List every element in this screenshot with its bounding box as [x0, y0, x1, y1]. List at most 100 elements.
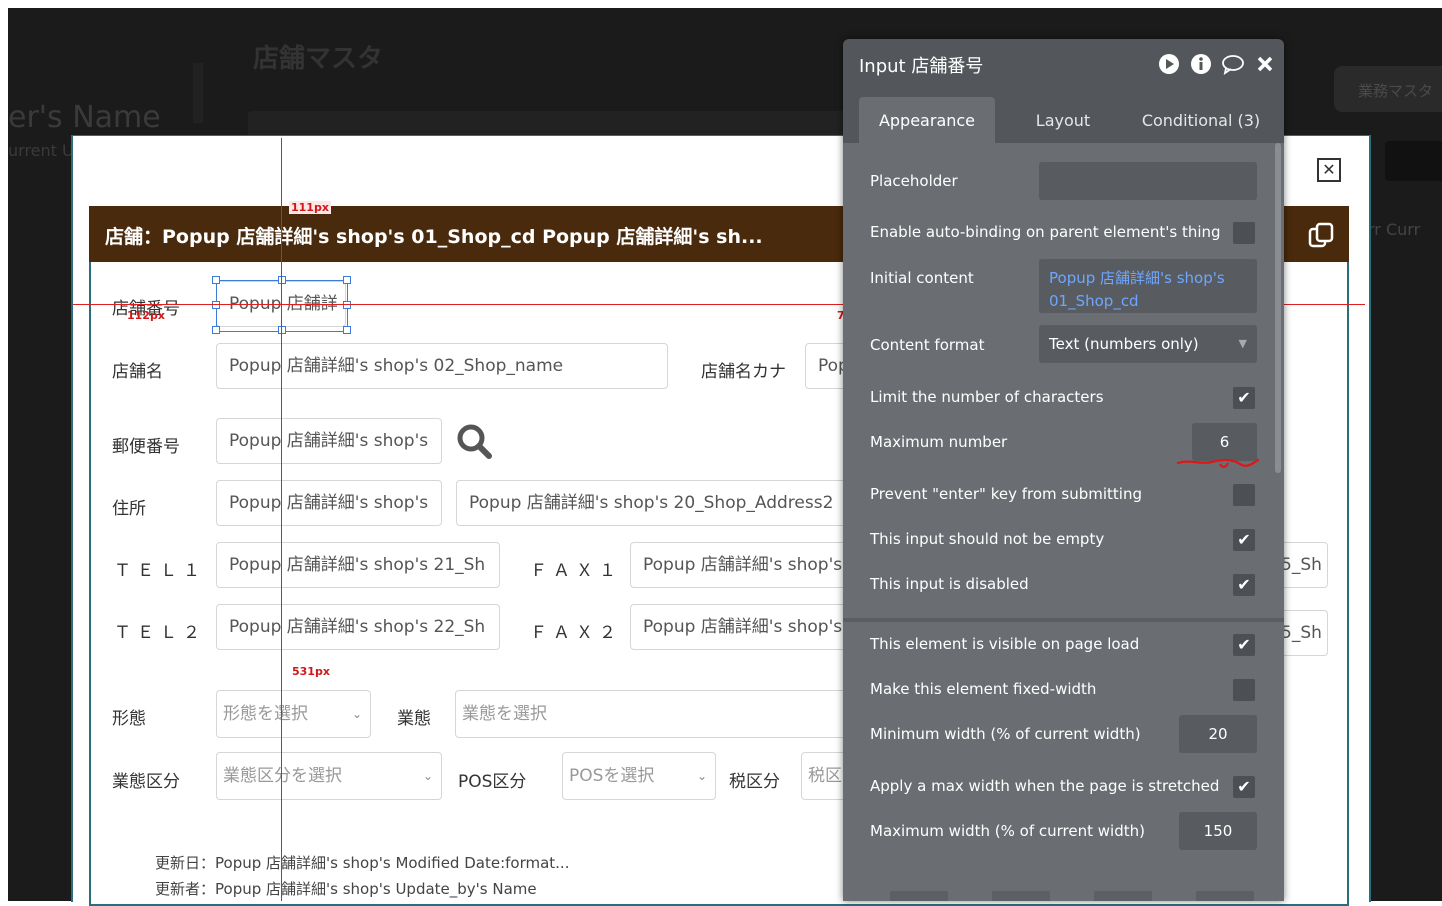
- bg-owner-name: er's Name: [8, 100, 161, 135]
- close-icon[interactable]: ✕: [1317, 158, 1341, 182]
- close-icon[interactable]: [1254, 53, 1276, 75]
- address2-input[interactable]: Popup 店舗詳細's shop's 20_Shop_Address2: [456, 480, 856, 526]
- chevron-down-icon: ⌄: [696, 769, 707, 783]
- max-width-apply-label: Apply a max width when the page is stret…: [870, 777, 1220, 795]
- form-select-value: 形態を選択: [223, 704, 308, 724]
- property-scrollbar[interactable]: [1275, 143, 1281, 473]
- panel-button[interactable]: [1094, 891, 1152, 901]
- appearance-panel: Placeholder Enable auto-binding on paren…: [843, 143, 1284, 901]
- disabled-checkbox[interactable]: ✔: [1233, 574, 1255, 596]
- bg-current-label: urrent U: [8, 141, 74, 160]
- selection-outline: [216, 280, 348, 332]
- popup-header-title: 店舗：Popup 店舗詳細's shop's 01_Shop_cd Popup …: [105, 226, 763, 248]
- min-width-label: Minimum width (% of current width): [870, 725, 1141, 743]
- visible-checkbox[interactable]: ✔: [1233, 634, 1255, 656]
- property-editor-title: Input 店舗番号: [859, 56, 984, 77]
- disabled-label: This input is disabled: [870, 575, 1029, 593]
- play-icon[interactable]: [1158, 53, 1180, 75]
- prevent-enter-checkbox[interactable]: [1233, 484, 1255, 506]
- panel-button[interactable]: [1196, 891, 1254, 901]
- limit-chars-checkbox[interactable]: ✔: [1233, 387, 1255, 409]
- tab-layout[interactable]: Layout: [1013, 97, 1113, 145]
- shop-kana-label: 店舗名カナ: [701, 362, 786, 382]
- max-width-apply-checkbox[interactable]: ✔: [1233, 776, 1255, 798]
- search-icon[interactable]: [455, 422, 493, 460]
- form-label: 形態: [112, 709, 146, 729]
- fixed-width-label: Make this element fixed-width: [870, 680, 1097, 698]
- limit-chars-label: Limit the number of characters: [870, 388, 1104, 406]
- auto-binding-checkbox[interactable]: [1233, 222, 1255, 244]
- comment-icon[interactable]: [1222, 53, 1244, 75]
- form-select[interactable]: 形態を選択 ⌄: [216, 690, 371, 738]
- bg-right-button: [1385, 141, 1442, 181]
- auto-binding-label: Enable auto-binding on parent element's …: [870, 223, 1221, 241]
- business-cat-value: 業態区分を選択: [223, 766, 342, 786]
- fax2-input[interactable]: Popup 店舗詳細's shop's: [630, 604, 856, 650]
- copy-icon[interactable]: [1307, 221, 1335, 249]
- business-cat-select[interactable]: 業態区分を選択 ⌄: [216, 752, 442, 800]
- guide-vertical: [281, 138, 282, 901]
- business-label: 業態: [397, 709, 431, 729]
- tel2-label: ＴＥＬ２: [114, 623, 206, 643]
- chevron-down-icon: ⌄: [351, 707, 362, 721]
- address1-input[interactable]: Popup 店舗詳細's shop's: [216, 480, 442, 526]
- address-label: 住所: [112, 499, 146, 519]
- pos-select-value: POSを選択: [569, 766, 655, 786]
- min-width-input[interactable]: 20: [1179, 715, 1257, 753]
- initial-content-label: Initial content: [870, 269, 974, 287]
- resize-handle[interactable]: [212, 276, 220, 284]
- measure-bottom: 531px: [292, 665, 330, 678]
- fax1-input[interactable]: Popup 店舗詳細's shop's: [630, 542, 856, 588]
- resize-handle[interactable]: [343, 326, 351, 334]
- tel1-input[interactable]: Popup 店舗詳細's shop's 21_Sh: [216, 542, 500, 588]
- business-select[interactable]: 業態を選択: [455, 690, 855, 738]
- panel-button[interactable]: [992, 891, 1050, 901]
- panel-button[interactable]: [890, 891, 948, 901]
- resize-handle[interactable]: [278, 276, 286, 284]
- pos-label: POS区分: [458, 772, 527, 792]
- postal-input[interactable]: Popup 店舗詳細's shop's: [216, 418, 442, 464]
- property-editor: Input 店舗番号 Appearance Layout Conditional…: [843, 39, 1284, 901]
- bg-card: [193, 63, 203, 123]
- updated-by-text: 更新者：Popup 店舗詳細's shop's Update_by's Name: [155, 880, 537, 898]
- max-width-label: Maximum width (% of current width): [870, 822, 1145, 840]
- resize-handle[interactable]: [212, 326, 220, 334]
- content-format-select[interactable]: Text (numbers only) ▼: [1039, 325, 1257, 363]
- red-underline-annotation: [1176, 458, 1260, 468]
- initial-content-field[interactable]: Popup 店舗詳細's shop's 01_Shop_cd: [1039, 259, 1257, 313]
- updated-on-text: 更新日：Popup 店舗詳細's shop's Modified Date:fo…: [155, 854, 570, 872]
- bg-page-title: 店舗マスタ: [253, 44, 384, 74]
- resize-handle[interactable]: [278, 326, 286, 334]
- section-divider: [843, 618, 1284, 622]
- measure-top: 111px: [289, 201, 331, 214]
- info-icon[interactable]: [1190, 53, 1212, 75]
- not-empty-checkbox[interactable]: ✔: [1233, 529, 1255, 551]
- resize-handle[interactable]: [343, 276, 351, 284]
- measure-left: 112px: [127, 309, 165, 322]
- fax2-label: ＦＡＸ２: [530, 623, 622, 643]
- max-number-label: Maximum number: [870, 433, 1008, 451]
- placeholder-input[interactable]: [1039, 162, 1257, 200]
- tab-conditional[interactable]: Conditional (3): [1133, 97, 1269, 145]
- max-width-input[interactable]: 150: [1179, 812, 1257, 850]
- visible-label: This element is visible on page load: [870, 635, 1140, 653]
- fax1-label: ＦＡＸ１: [530, 561, 622, 581]
- bg-right-current: rr Curr: [1368, 220, 1421, 239]
- resize-handle[interactable]: [212, 301, 220, 309]
- tax-label: 税区分: [729, 772, 780, 792]
- pos-select[interactable]: POSを選択 ⌄: [562, 752, 716, 800]
- placeholder-label: Placeholder: [870, 172, 958, 190]
- prevent-enter-label: Prevent "enter" key from submitting: [870, 485, 1142, 503]
- fixed-width-checkbox[interactable]: [1233, 679, 1255, 701]
- postal-label: 郵便番号: [112, 437, 180, 457]
- tab-appearance[interactable]: Appearance: [859, 97, 995, 145]
- shop-name-input[interactable]: Popup 店舗詳細's shop's 02_Shop_name: [216, 343, 668, 389]
- property-tabs: Appearance Layout Conditional (3): [843, 97, 1284, 145]
- resize-handle[interactable]: [343, 301, 351, 309]
- content-format-label: Content format: [870, 336, 985, 354]
- tel2-input[interactable]: Popup 店舗詳細's shop's 22_Sh: [216, 604, 500, 650]
- tel1-label: ＴＥＬ１: [114, 561, 206, 581]
- business-cat-label: 業態区分: [112, 772, 180, 792]
- shop-name-label: 店舗名: [112, 362, 163, 382]
- chevron-down-icon: ▼: [1238, 337, 1247, 350]
